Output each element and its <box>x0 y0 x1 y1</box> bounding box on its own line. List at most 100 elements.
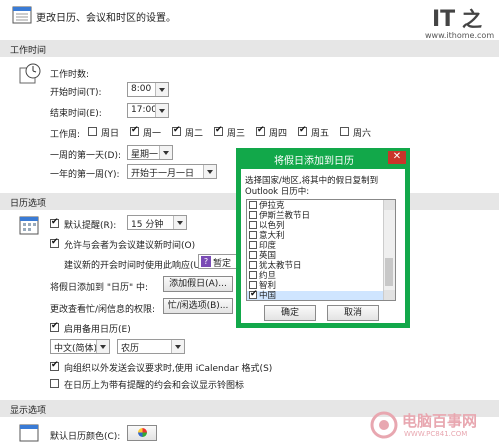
calendar-settings-icon <box>12 4 32 24</box>
country-list[interactable]: 伊拉克伊斯兰教节日以色列意大利印度英国犹太教节日约旦智利中国 <box>246 199 396 301</box>
propose-response-label: 建议新的开会时间时使用此响应(U): <box>64 261 207 271</box>
display-calendar-icon <box>18 422 40 442</box>
first-day-select[interactable]: 星期一 <box>127 145 173 160</box>
dialog-title: 将假日添加到日历 <box>274 156 354 167</box>
country-label: 英国 <box>259 251 277 261</box>
country-label: 伊拉克 <box>259 201 285 211</box>
workday-checkbox-2[interactable] <box>172 125 181 136</box>
country-list-item[interactable]: 以色列 <box>249 220 285 231</box>
ithome-logo: IT 之 <box>432 6 492 33</box>
workday-label: 周一 <box>143 129 162 139</box>
default-reminder-label: 默认提醒(R): <box>64 221 117 231</box>
bell-icon-label: 在日历上为带有提醒的约会和会议显示铃图标 <box>64 381 245 391</box>
country-checkbox[interactable] <box>249 270 257 279</box>
question-icon: ? <box>201 256 211 267</box>
country-list-item[interactable]: 伊拉克 <box>249 200 285 211</box>
country-list-item[interactable]: 伊斯兰教节日 <box>249 210 311 221</box>
clock-icon <box>18 62 42 86</box>
pc841-watermark: 电脑百事网 WWW.PC841.COM <box>370 408 496 442</box>
country-checkbox[interactable] <box>249 289 258 299</box>
workday-checkbox-1[interactable] <box>130 125 139 136</box>
scroll-up-icon[interactable] <box>384 200 395 210</box>
ok-button[interactable]: 确定 <box>264 305 316 321</box>
first-week-select[interactable]: 开始于一月一日 <box>127 164 217 179</box>
chevron-down-icon <box>159 146 172 159</box>
scroll-down-icon[interactable] <box>384 290 395 300</box>
country-label: 伊斯兰教节日 <box>259 211 311 221</box>
cancel-button[interactable]: 取消 <box>327 305 379 321</box>
country-list-item[interactable]: 中国 <box>247 289 383 301</box>
default-color-label: 默认日历颜色(C): <box>50 432 121 442</box>
chevron-down-icon <box>171 340 184 353</box>
country-list-item[interactable]: 犹太教节日 <box>249 260 302 271</box>
workday-checkbox-6[interactable] <box>340 127 349 136</box>
country-checkbox[interactable] <box>249 250 257 259</box>
workday-label: 周日 <box>101 129 120 139</box>
allow-propose-checkbox[interactable] <box>50 237 59 248</box>
country-list-item[interactable]: 约旦 <box>249 270 277 281</box>
bell-icon-checkbox[interactable] <box>50 379 59 388</box>
add-holidays-label: 将假日添加到 "日历" 中: <box>50 283 149 293</box>
intro-text: 更改日历、会议和时区的设置。 <box>36 13 176 24</box>
ithome-url: www.ithome.com <box>425 31 495 40</box>
alt-calendar-checkbox[interactable] <box>50 321 59 332</box>
country-checkbox[interactable] <box>249 240 257 249</box>
svg-text:IT: IT <box>432 7 455 30</box>
workweek-label: 工作周: <box>50 130 81 140</box>
workday-label: 周二 <box>185 129 204 139</box>
workday-checkbox-0[interactable] <box>88 127 97 136</box>
reminder-select[interactable]: 15 分钟 <box>127 215 187 230</box>
freebusy-options-button[interactable]: 忙/闲选项(B)... <box>163 298 233 314</box>
start-time-label: 开始时间(T): <box>50 88 102 98</box>
end-time-label: 结束时间(E): <box>50 109 102 119</box>
country-checkbox[interactable] <box>249 220 257 229</box>
add-holidays-button[interactable]: 添加假日(A)... <box>163 276 233 292</box>
country-checkbox[interactable] <box>249 280 257 289</box>
work-hours-label: 工作时数: <box>50 70 90 80</box>
default-color-button[interactable] <box>127 425 157 441</box>
first-week-label: 一年的第一周(Y): <box>50 170 120 180</box>
list-scrollbar[interactable] <box>383 200 395 300</box>
scroll-thumb[interactable] <box>385 258 393 286</box>
workday-label: 周六 <box>353 129 372 139</box>
workday-label: 周四 <box>269 129 288 139</box>
allow-propose-label: 允许与会者为会议建议新时间(O) <box>64 241 196 251</box>
close-icon[interactable]: ✕ <box>388 151 406 164</box>
chevron-down-icon <box>203 165 216 178</box>
section-header-work-time: 工作时间 <box>0 40 499 57</box>
chevron-down-icon <box>96 340 109 353</box>
svg-text:之: 之 <box>462 7 482 30</box>
alt-type-select[interactable]: 农历 <box>117 339 185 354</box>
watermark-text: 电脑百事网 <box>402 412 478 430</box>
country-label: 智利 <box>259 281 277 291</box>
country-label: 约旦 <box>259 271 277 281</box>
country-checkbox[interactable] <box>249 200 257 209</box>
workday-checkbox-5[interactable] <box>298 125 307 136</box>
country-checkbox[interactable] <box>249 260 257 269</box>
country-label: 中国 <box>259 291 277 301</box>
country-checkbox[interactable] <box>249 230 257 239</box>
icalendar-label: 向组织以外发送会议要求时,使用 iCalendar 格式(S) <box>64 364 273 374</box>
first-day-label: 一周的第一天(D): <box>50 151 121 161</box>
calendar-icon <box>18 214 40 236</box>
freebusy-label: 更改查看忙/闲信息的权限: <box>50 305 156 315</box>
workday-checkbox-3[interactable] <box>214 125 223 136</box>
workday-checkbox-4[interactable] <box>256 125 265 136</box>
country-label: 以色列 <box>259 221 285 231</box>
chevron-down-icon <box>155 83 168 96</box>
workday-label: 周三 <box>227 129 246 139</box>
alt-calendar-label: 启用备用日历(E) <box>64 325 131 335</box>
chevron-down-icon <box>173 216 186 229</box>
country-list-item[interactable]: 意大利 <box>249 230 285 241</box>
chevron-down-icon <box>155 104 168 117</box>
alt-language-select[interactable]: 中文(简体) <box>50 339 110 354</box>
start-time-select[interactable]: 8:00 <box>127 82 169 97</box>
color-palette-icon <box>137 428 147 437</box>
country-list-item[interactable]: 印度 <box>249 240 276 251</box>
country-checkbox[interactable] <box>249 210 257 219</box>
end-time-select[interactable]: 17:00 <box>127 103 169 118</box>
default-reminder-checkbox[interactable] <box>50 217 59 228</box>
country-list-item[interactable]: 英国 <box>249 250 277 261</box>
icalendar-checkbox[interactable] <box>50 360 59 371</box>
dialog-body: 选择国家/地区,将其中的假日复制到 Outlook 日历中: 伊拉克 伊斯兰教节日… <box>241 169 405 323</box>
